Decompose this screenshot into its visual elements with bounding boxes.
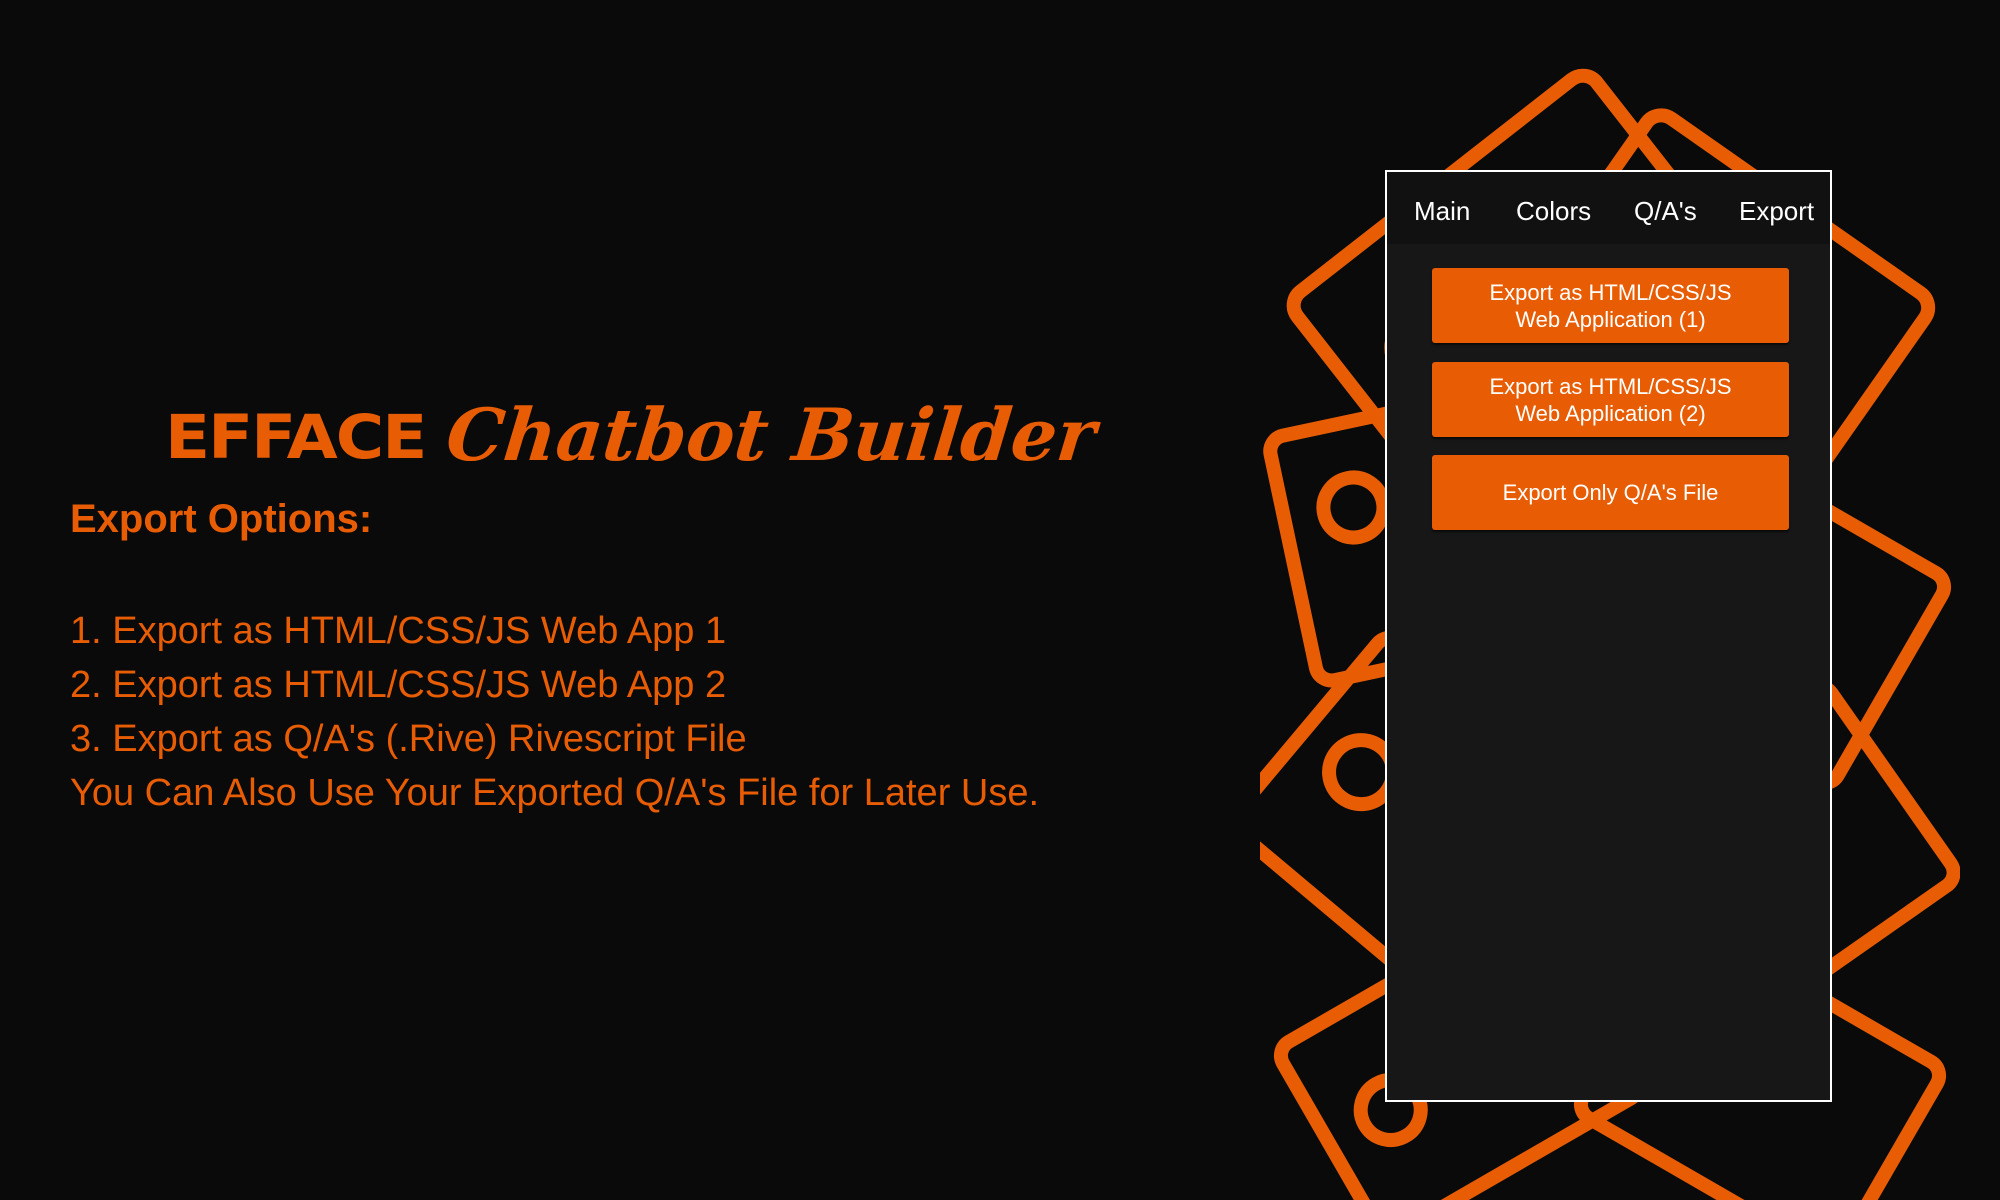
export-options-heading: Export Options: bbox=[70, 497, 373, 541]
button-label-line: Web Application (1) bbox=[1515, 306, 1706, 332]
tab-main[interactable]: Main bbox=[1414, 196, 1470, 227]
button-label-line: Export Only Q/A's File bbox=[1502, 480, 1719, 505]
export-option-line: 2. Export as HTML/CSS/JS Web App 2 bbox=[70, 664, 727, 706]
tab-bar: Main Colors Q/A's Export bbox=[1387, 172, 1830, 244]
export-options-list: 1. Export as HTML/CSS/JS Web App 1 2. Ex… bbox=[70, 604, 1039, 820]
export-web-app-2-button[interactable]: Export as HTML/CSS/JS Web Application (2… bbox=[1432, 362, 1789, 437]
export-note-line: You Can Also Use Your Exported Q/A's Fil… bbox=[70, 772, 1040, 814]
export-option-line: 3. Export as Q/A's (.Rive) Rivescript Fi… bbox=[70, 718, 747, 760]
page-title: EFFACE Chatbot Builder bbox=[165, 392, 1100, 477]
button-label-line: Export as HTML/CSS/JS bbox=[1489, 373, 1732, 399]
title-script: Chatbot Builder bbox=[442, 392, 1101, 477]
button-label-line: Export as HTML/CSS/JS bbox=[1489, 279, 1732, 305]
export-qa-file-button[interactable]: Export Only Q/A's File bbox=[1432, 455, 1789, 530]
brand-name: EFFACE bbox=[165, 402, 427, 473]
tab-export[interactable]: Export bbox=[1739, 196, 1814, 227]
button-label-line: Web Application (2) bbox=[1515, 400, 1706, 426]
export-option-line: 1. Export as HTML/CSS/JS Web App 1 bbox=[70, 610, 727, 652]
app-window: Main Colors Q/A's Export Export as HTML/… bbox=[1385, 170, 1832, 1102]
tab-qa[interactable]: Q/A's bbox=[1634, 196, 1697, 227]
export-web-app-1-button[interactable]: Export as HTML/CSS/JS Web Application (1… bbox=[1432, 268, 1789, 343]
tab-colors[interactable]: Colors bbox=[1516, 196, 1591, 227]
